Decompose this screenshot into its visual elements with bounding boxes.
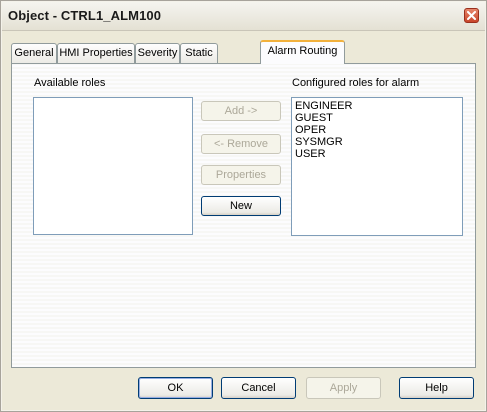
close-icon — [467, 11, 476, 20]
cancel-button[interactable]: Cancel — [221, 377, 296, 399]
list-item[interactable]: ENGINEER — [292, 100, 462, 112]
window-title: Object - CTRL1_ALM100 — [8, 8, 162, 23]
tab-panel-alarm-routing: Available roles Configured roles for ala… — [11, 63, 476, 368]
configured-roles-label: Configured roles for alarm — [292, 77, 420, 89]
tab-strip: General HMI Properties Severity Static A… — [11, 40, 476, 65]
apply-button[interactable]: Apply — [306, 377, 381, 399]
list-item[interactable]: GUEST — [292, 112, 462, 124]
available-roles-list[interactable] — [33, 97, 193, 235]
ok-button[interactable]: OK — [138, 377, 213, 399]
tab-alarm-routing[interactable]: Alarm Routing — [260, 40, 345, 64]
available-roles-label: Available roles — [34, 77, 106, 89]
tab-hmi-properties[interactable]: HMI Properties — [57, 43, 135, 63]
list-item[interactable]: USER — [292, 148, 462, 160]
help-button[interactable]: Help — [399, 377, 474, 399]
new-button[interactable]: New — [201, 196, 281, 216]
remove-button[interactable]: <- Remove — [201, 134, 281, 154]
tab-static[interactable]: Static — [180, 43, 218, 63]
tab-general[interactable]: General — [11, 43, 57, 63]
properties-button[interactable]: Properties — [201, 165, 281, 185]
dialog-window: Object - CTRL1_ALM100 General HMI Proper… — [0, 0, 487, 412]
tab-severity[interactable]: Severity — [135, 43, 180, 63]
list-item[interactable]: OPER — [292, 124, 462, 136]
list-item[interactable]: SYSMGR — [292, 136, 462, 148]
configured-roles-list[interactable]: ENGINEER GUEST OPER SYSMGR USER — [291, 97, 463, 236]
add-button[interactable]: Add -> — [201, 101, 281, 121]
close-button[interactable] — [464, 8, 479, 23]
title-bar[interactable]: Object - CTRL1_ALM100 — [2, 2, 485, 31]
